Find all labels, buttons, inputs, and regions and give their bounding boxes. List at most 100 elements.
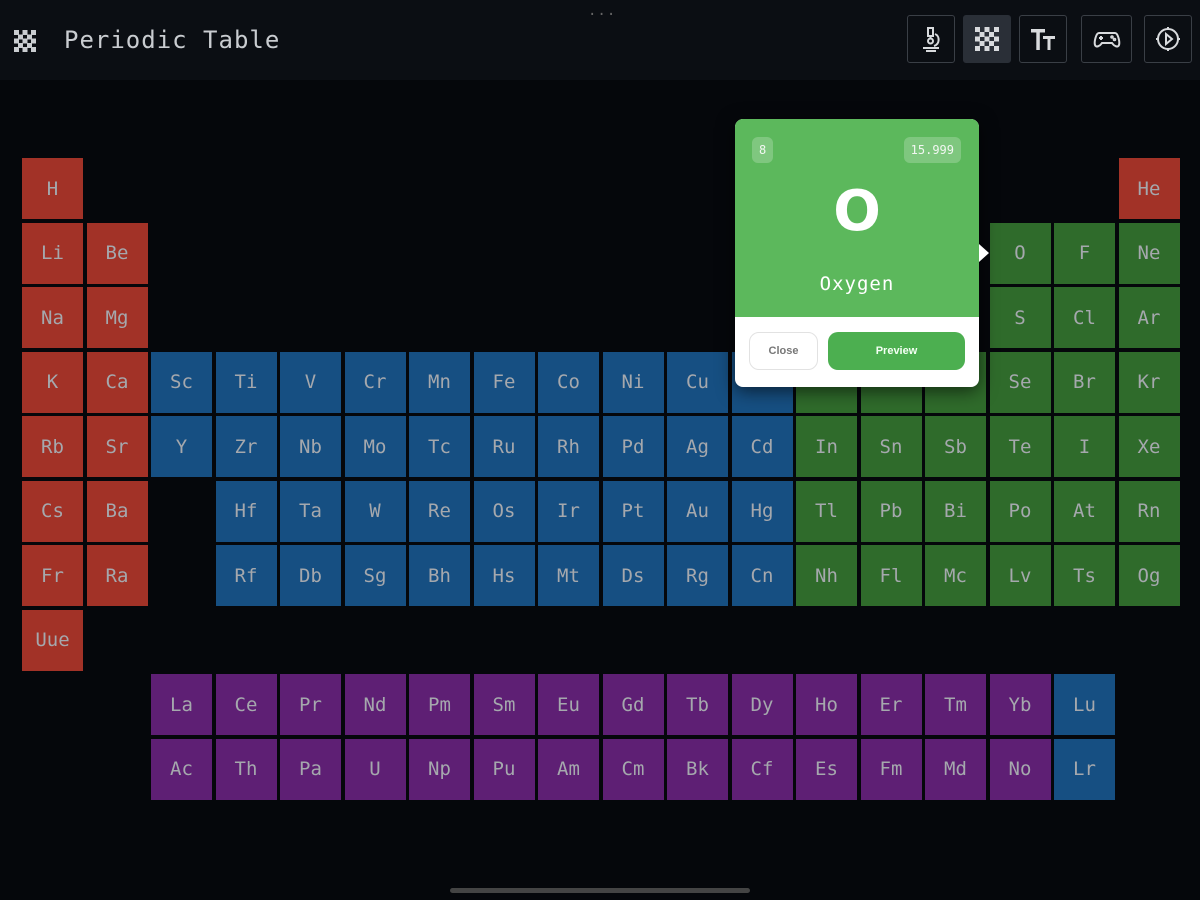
element-tile[interactable]: Bi (925, 480, 986, 542)
element-tile[interactable]: F (1054, 222, 1115, 284)
element-tile[interactable]: Lr (1054, 738, 1115, 800)
element-tile[interactable]: Br (1054, 351, 1115, 413)
element-tile[interactable]: Ds (602, 545, 664, 606)
element-tile[interactable]: Md (925, 738, 986, 800)
element-tile[interactable]: Mo (344, 416, 406, 477)
element-tile[interactable]: Ca (86, 351, 148, 413)
element-tile[interactable]: Xe (1118, 416, 1180, 477)
element-tile[interactable]: Pm (409, 674, 470, 735)
element-tile[interactable]: Ir (538, 480, 599, 542)
element-tile[interactable]: No (989, 738, 1051, 800)
element-tile[interactable]: Cm (602, 738, 664, 800)
element-tile[interactable]: Ts (1054, 545, 1115, 606)
element-tile[interactable]: Ta (280, 480, 341, 542)
element-tile[interactable]: Uue (22, 609, 83, 671)
element-tile[interactable]: Ho (796, 674, 857, 735)
element-tile[interactable]: Sn (860, 416, 922, 477)
element-tile[interactable]: Li (22, 222, 83, 284)
element-tile[interactable]: Ne (1118, 222, 1180, 284)
element-tile[interactable]: Pd (602, 416, 664, 477)
element-tile[interactable]: Cn (731, 545, 793, 606)
close-button[interactable]: Close (749, 332, 818, 370)
element-tile[interactable]: Y (151, 416, 212, 477)
element-tile[interactable]: Rn (1118, 480, 1180, 542)
element-tile[interactable]: Rg (667, 545, 728, 606)
element-tile[interactable]: Np (409, 738, 470, 800)
element-tile[interactable]: Fr (22, 545, 83, 606)
element-tile[interactable]: Kr (1118, 351, 1180, 413)
element-tile[interactable]: Mg (86, 287, 148, 348)
element-tile[interactable]: Po (989, 480, 1051, 542)
element-tile[interactable]: Cl (1054, 287, 1115, 348)
element-tile[interactable]: Db (280, 545, 341, 606)
element-tile[interactable]: Hs (473, 545, 535, 606)
element-tile[interactable]: At (1054, 480, 1115, 542)
element-tile[interactable]: Og (1118, 545, 1180, 606)
element-tile[interactable]: Dy (731, 674, 793, 735)
element-tile[interactable]: O (989, 222, 1051, 284)
element-tile[interactable]: V (280, 351, 341, 413)
element-tile[interactable]: Tb (667, 674, 728, 735)
element-tile[interactable]: Rf (215, 545, 277, 606)
element-tile[interactable]: Bk (667, 738, 728, 800)
element-tile[interactable]: Pb (860, 480, 922, 542)
element-tile[interactable]: Sc (151, 351, 212, 413)
element-tile[interactable]: Zr (215, 416, 277, 477)
element-tile[interactable]: Yb (989, 674, 1051, 735)
element-tile[interactable]: Rb (22, 416, 83, 477)
element-tile[interactable]: Tm (925, 674, 986, 735)
element-tile[interactable]: Pa (280, 738, 341, 800)
element-tile[interactable]: Nd (344, 674, 406, 735)
element-tile[interactable]: Hg (731, 480, 793, 542)
element-tile[interactable]: Mc (925, 545, 986, 606)
element-tile[interactable]: Tc (409, 416, 470, 477)
element-tile[interactable]: Sr (86, 416, 148, 477)
element-tile[interactable]: Mn (409, 351, 470, 413)
element-tile[interactable]: W (344, 480, 406, 542)
element-tile[interactable]: Eu (538, 674, 599, 735)
element-tile[interactable]: H (22, 158, 83, 219)
element-tile[interactable]: Te (989, 416, 1051, 477)
element-tile[interactable]: Nb (280, 416, 341, 477)
element-tile[interactable]: Tl (796, 480, 857, 542)
element-tile[interactable]: Sm (473, 674, 535, 735)
element-tile[interactable]: Ra (86, 545, 148, 606)
element-tile[interactable]: Pu (473, 738, 535, 800)
element-tile[interactable]: Cd (731, 416, 793, 477)
element-tile[interactable]: Au (667, 480, 728, 542)
element-tile[interactable]: Gd (602, 674, 664, 735)
element-tile[interactable]: Fe (473, 351, 535, 413)
element-tile[interactable]: Be (86, 222, 148, 284)
element-tile[interactable]: Se (989, 351, 1051, 413)
element-tile[interactable]: Mt (538, 545, 599, 606)
element-tile[interactable]: Bh (409, 545, 470, 606)
element-tile[interactable]: Ce (215, 674, 277, 735)
element-tile[interactable]: Cu (667, 351, 728, 413)
element-tile[interactable]: Sb (925, 416, 986, 477)
element-tile[interactable]: K (22, 351, 83, 413)
element-tile[interactable]: Cf (731, 738, 793, 800)
element-tile[interactable]: Pt (602, 480, 664, 542)
element-tile[interactable]: Lv (989, 545, 1051, 606)
element-tile[interactable]: Ar (1118, 287, 1180, 348)
element-tile[interactable]: Es (796, 738, 857, 800)
element-tile[interactable]: Nh (796, 545, 857, 606)
element-tile[interactable]: Ac (151, 738, 212, 800)
element-tile[interactable]: Fm (860, 738, 922, 800)
element-tile[interactable]: Hf (215, 480, 277, 542)
element-tile[interactable]: Re (409, 480, 470, 542)
element-tile[interactable]: Os (473, 480, 535, 542)
element-tile[interactable]: Lu (1054, 674, 1115, 735)
element-tile[interactable]: Sg (344, 545, 406, 606)
element-tile[interactable]: Ti (215, 351, 277, 413)
element-tile[interactable]: Rh (538, 416, 599, 477)
element-tile[interactable]: Er (860, 674, 922, 735)
element-tile[interactable]: Ba (86, 480, 148, 542)
element-tile[interactable]: Cr (344, 351, 406, 413)
element-tile[interactable]: Pr (280, 674, 341, 735)
element-tile[interactable]: In (796, 416, 857, 477)
element-tile[interactable]: Ni (602, 351, 664, 413)
element-tile[interactable]: He (1118, 158, 1180, 219)
element-tile[interactable]: U (344, 738, 406, 800)
element-tile[interactable]: Ru (473, 416, 535, 477)
